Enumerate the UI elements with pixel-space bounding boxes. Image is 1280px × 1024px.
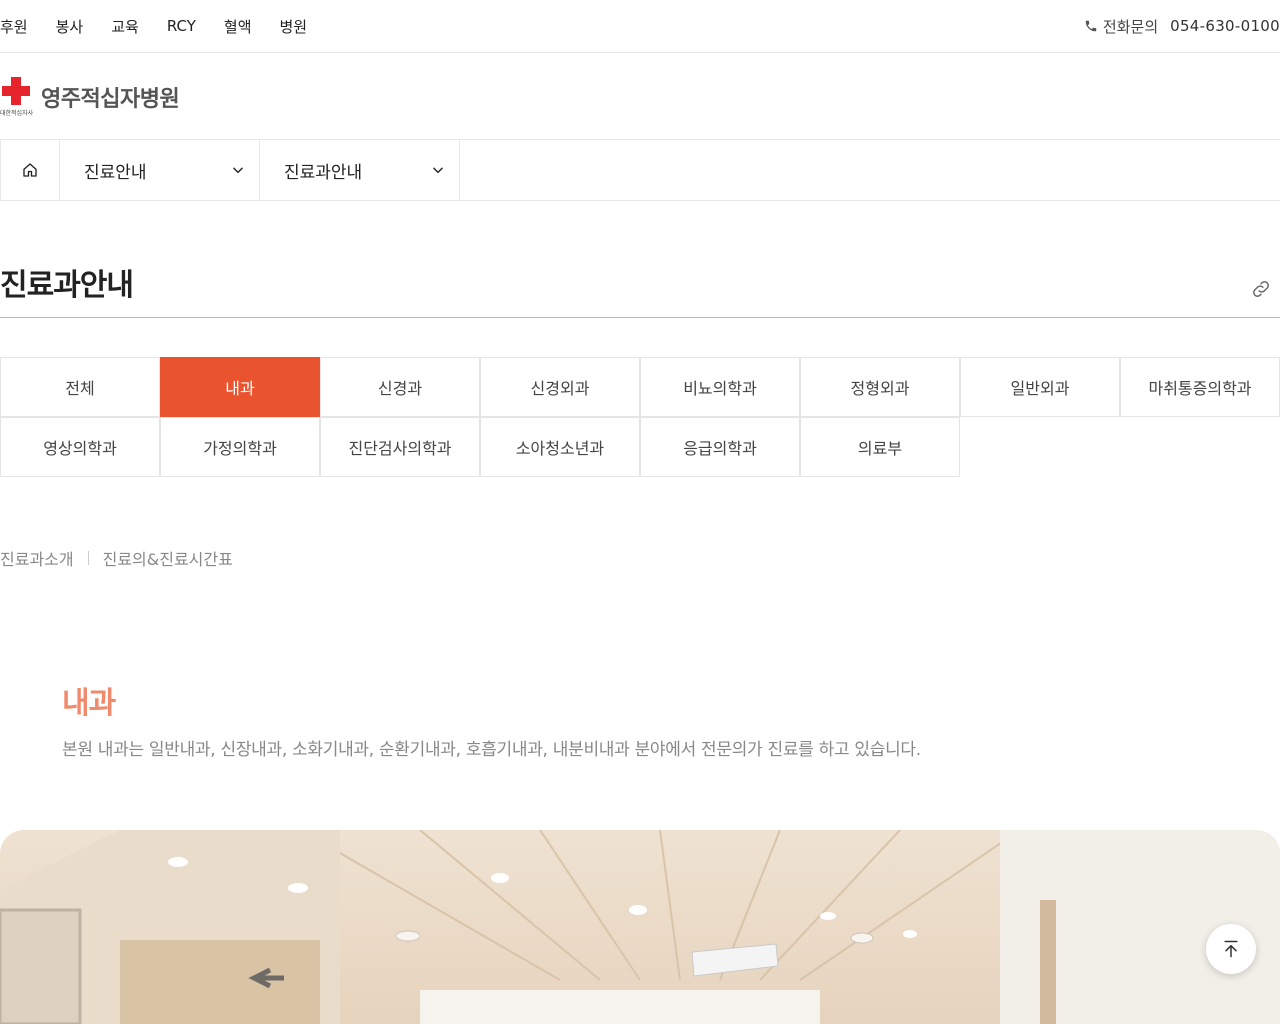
location-level2-label: 진료과안내 [284, 162, 363, 183]
dept-tab-anesthesiology[interactable]: 마취통증의학과 [1120, 357, 1280, 417]
contact-phone[interactable]: 전화문의 054-630-0100 [1084, 0, 1280, 52]
red-cross-icon: 대한적십자사 [0, 75, 36, 119]
phone-icon [1085, 20, 1097, 32]
dept-tab-radiology[interactable]: 영상의학과 [0, 417, 160, 477]
dept-tab-pediatrics[interactable]: 소아청소년과 [480, 417, 640, 477]
title-divider [0, 317, 1280, 318]
top-nav: 후원 봉사 교육 RCY 혈액 병원 [0, 0, 335, 52]
logo-subtitle: 대한적십자사 [0, 110, 34, 117]
home-button[interactable] [0, 140, 60, 200]
header: 대한적십자사 영주적십자병원 [0, 53, 1280, 140]
dept-tab-general-surgery[interactable]: 일반외과 [960, 357, 1120, 417]
location-bar: 진료안내 진료과안내 [0, 140, 1280, 201]
chevron-down-icon [233, 167, 243, 174]
location-level1-label: 진료안내 [84, 162, 147, 183]
dept-tab-neurosurgery[interactable]: 신경외과 [480, 357, 640, 417]
location-dropdown-level1[interactable]: 진료안내 [60, 140, 260, 200]
top-nav-item-volunteer[interactable]: 봉사 [56, 16, 84, 37]
location-dropdown-level2[interactable]: 진료과안내 [260, 140, 460, 200]
home-icon [23, 163, 37, 177]
dept-tab-internal-medicine[interactable]: 내과 [160, 357, 320, 417]
top-nav-item-education[interactable]: 교육 [111, 16, 139, 37]
department-name: 내과 [62, 686, 116, 721]
dept-tab-emergency-medicine[interactable]: 응급의학과 [640, 417, 800, 477]
top-nav-item-blood[interactable]: 혈액 [224, 16, 252, 37]
link-icon [1253, 281, 1269, 297]
hallway-image [0, 830, 1280, 1024]
contact-number[interactable]: 054-630-0100 [1170, 17, 1280, 35]
contact-label: 전화문의 [1102, 17, 1159, 36]
hospital-logo[interactable]: 대한적십자사 영주적십자병원 [0, 75, 180, 119]
dept-tab-urology[interactable]: 비뇨의학과 [640, 357, 800, 417]
department-description: 본원 내과는 일반내과, 신장내과, 소화기내과, 순환기내과, 호흡기내과, … [62, 740, 921, 760]
dept-tab-neurology[interactable]: 신경과 [320, 357, 480, 417]
department-photo [0, 830, 1280, 1024]
sub-tabs: 진료과소개 진료의&진료시간표 [0, 546, 233, 570]
top-nav-item-donate[interactable]: 후원 [0, 16, 28, 37]
sub-tab-doctors-schedule[interactable]: 진료의&진료시간표 [103, 546, 233, 570]
logo-name: 영주적십자병원 [41, 87, 180, 112]
dept-tab-laboratory-medicine[interactable]: 진단검사의학과 [320, 417, 480, 477]
dept-tab-family-medicine[interactable]: 가정의학과 [160, 417, 320, 477]
top-nav-item-hospital[interactable]: 병원 [280, 16, 308, 37]
dept-tab-medical-department[interactable]: 의료부 [800, 417, 960, 477]
sub-tab-divider [87, 551, 89, 565]
page-title: 진료과안내 [0, 268, 134, 303]
arrow-up-icon [1224, 940, 1238, 958]
chevron-down-icon [433, 167, 443, 174]
dept-tab-orthopedics[interactable]: 정형외과 [800, 357, 960, 417]
top-bar: 후원 봉사 교육 RCY 혈액 병원 전화문의 054-630-0100 [0, 0, 1280, 53]
dept-tab-all[interactable]: 전체 [0, 357, 160, 417]
sub-tab-introduction[interactable]: 진료과소개 [0, 546, 74, 570]
share-link-button[interactable] [1250, 278, 1272, 300]
scroll-to-top-button[interactable] [1206, 924, 1256, 974]
top-nav-item-rcy[interactable]: RCY [167, 17, 196, 35]
